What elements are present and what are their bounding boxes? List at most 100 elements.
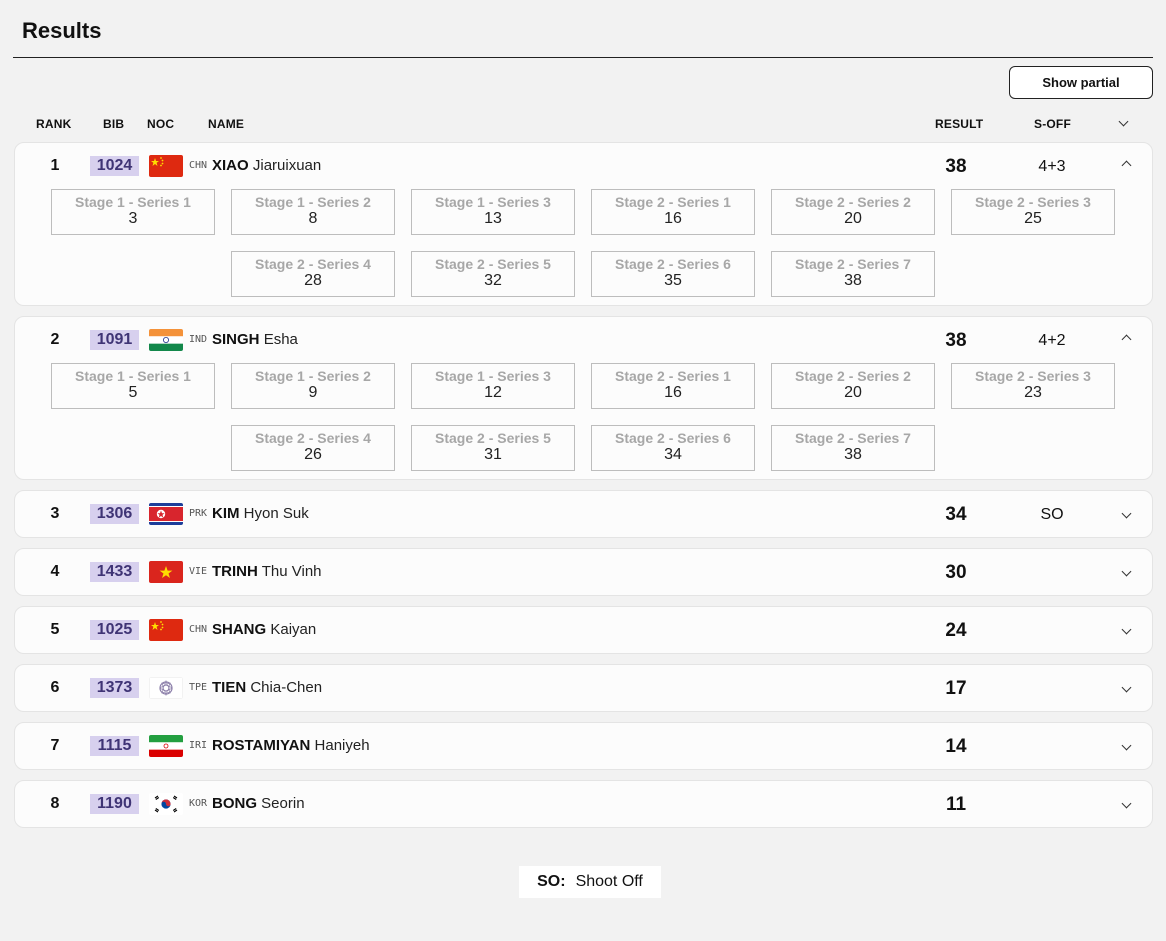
athlete-first-name: Kaiyan [270, 621, 317, 638]
athlete-last-name: ROSTAMIYAN [212, 737, 311, 754]
name-header: NAME [208, 117, 245, 131]
result-value: 38 [945, 156, 967, 177]
result-header: RESULT [935, 117, 984, 131]
athlete-row[interactable]: 5 1025 CHN SHANG Kaiyan 24 [14, 606, 1153, 654]
bib-badge: 1306 [90, 504, 139, 524]
chevron-down-icon[interactable] [1118, 795, 1134, 811]
legend-text: Shoot Off [575, 873, 643, 890]
athlete-name: SINGH Esha [212, 331, 298, 348]
noc-code: CHN [189, 624, 208, 635]
noc-code: TPE [189, 682, 208, 693]
series-score-box: Stage 2 - Series 5 32 [411, 251, 575, 297]
series-label: Stage 2 - Series 2 [795, 194, 911, 210]
series-value: 35 [664, 272, 682, 289]
result-value: 17 [945, 678, 967, 699]
series-value: 20 [844, 210, 862, 227]
page-title: Results [22, 18, 102, 43]
athlete-row[interactable]: 8 1190 KOR BONG Seorin 11 [14, 780, 1153, 828]
series-label: Stage 2 - Series 5 [435, 256, 551, 272]
athlete-last-name: BONG [212, 795, 257, 812]
athlete-first-name: Haniyeh [314, 737, 370, 754]
result-value: 24 [945, 620, 967, 641]
series-value: 13 [484, 210, 502, 227]
chevron-down-icon[interactable] [1118, 621, 1134, 637]
series-label: Stage 2 - Series 4 [255, 256, 371, 272]
athlete-first-name: Jiaruixuan [252, 157, 322, 174]
flag-icon [149, 677, 183, 699]
series-value: 26 [304, 446, 322, 463]
series-score-box: Stage 2 - Series 4 28 [231, 251, 395, 297]
series-label: Stage 2 - Series 3 [975, 194, 1091, 210]
rank-value: 1 [50, 157, 60, 174]
series-score-box: Stage 1 - Series 28 [231, 189, 395, 235]
athlete-name: SHANG Kaiyan [212, 621, 316, 638]
series-score-box: Stage 2 - Series 3 23 [951, 363, 1115, 409]
athlete-row[interactable]: 7 1115 IRI ROSTAMIYAN Haniyeh 14 [14, 722, 1153, 770]
bib-badge: 1025 [90, 620, 139, 640]
series-label: Stage 2 - Series 3 [975, 368, 1091, 384]
athlete-last-name: KIM [212, 505, 240, 522]
series-score-box: Stage 2 - Series 4 26 [231, 425, 395, 471]
series-label: Stage 1 - Series 3 [435, 368, 551, 384]
series-score-box: Stage 2 - Series 2 20 [771, 363, 935, 409]
series-value: 31 [484, 446, 502, 463]
series-score-box: Stage 1 - Series 15 [51, 363, 215, 409]
series-score-box: Stage 1 - Series 3 12 [411, 363, 575, 409]
athlete-last-name: SHANG [212, 621, 267, 638]
series-value: 34 [664, 446, 682, 463]
athlete-row[interactable]: 6 1373 TPE TIEN Chia-Chen 17 [14, 664, 1153, 712]
chevron-down-icon[interactable] [1118, 563, 1134, 579]
series-value: 16 [664, 210, 682, 227]
series-label: Stage 1 - Series 1 [75, 368, 191, 384]
rank-value: 8 [50, 795, 60, 812]
legend: SO: Shoot Off [519, 866, 661, 898]
athlete-row[interactable]: 1 1024 CHN XIAO Jiaruixuan 38 4+3 Stage … [14, 142, 1153, 306]
chevron-up-icon[interactable] [1118, 157, 1134, 173]
flag-icon [149, 619, 183, 641]
series-label: Stage 2 - Series 7 [795, 430, 911, 446]
series-value: 23 [1024, 384, 1042, 401]
flag-icon [149, 503, 183, 525]
results-list: 1 1024 CHN XIAO Jiaruixuan 38 4+3 Stage … [14, 142, 1153, 838]
result-value: 30 [945, 562, 967, 583]
bib-header: BIB [103, 117, 125, 131]
chevron-down-icon[interactable] [1118, 737, 1134, 753]
series-label: Stage 1 - Series 1 [75, 194, 191, 210]
flag-icon [149, 735, 183, 757]
athlete-last-name: TRINH [212, 563, 258, 580]
athlete-row[interactable]: 3 1306 PRK KIM Hyon Suk 34 SO [14, 490, 1153, 538]
chevron-down-icon[interactable] [1118, 505, 1134, 521]
noc-header: NOC [147, 117, 175, 131]
athlete-name: KIM Hyon Suk [212, 505, 309, 522]
rank-value: 2 [50, 331, 60, 348]
rank-value: 7 [50, 737, 60, 754]
flag-icon [149, 329, 183, 351]
chevron-up-icon[interactable] [1118, 331, 1134, 347]
athlete-first-name: Seorin [261, 795, 305, 812]
bib-badge: 1115 [90, 736, 139, 756]
noc-code: IND [189, 334, 208, 345]
series-label: Stage 1 - Series 2 [255, 368, 371, 384]
athlete-name: TRINH Thu Vinh [212, 563, 322, 580]
noc-code: VIE [189, 566, 208, 577]
athlete-name: ROSTAMIYAN Haniyeh [212, 737, 370, 754]
show-partial-button[interactable]: Show partial [1009, 66, 1153, 99]
series-label: Stage 2 - Series 4 [255, 430, 371, 446]
athlete-name: XIAO Jiaruixuan [212, 157, 321, 174]
athlete-row[interactable]: 2 1091 IND SINGH Esha 38 4+2 Stage 1 - S… [14, 316, 1153, 480]
soff-value: 4+2 [1038, 332, 1066, 349]
series-value: 28 [304, 272, 322, 289]
noc-code: PRK [189, 508, 208, 519]
result-value: 14 [945, 736, 967, 757]
athlete-name: BONG Seorin [212, 795, 305, 812]
athlete-first-name: Hyon Suk [243, 505, 309, 522]
athlete-name: TIEN Chia-Chen [212, 679, 322, 696]
series-score-box: Stage 2 - Series 7 38 [771, 425, 935, 471]
series-value: 20 [844, 384, 862, 401]
soff-value: SO [1040, 506, 1064, 523]
soff-header: S-OFF [1034, 117, 1071, 131]
series-score-box: Stage 2 - Series 5 31 [411, 425, 575, 471]
athlete-row[interactable]: 4 1433 VIE TRINH Thu Vinh 30 [14, 548, 1153, 596]
chevron-down-icon[interactable] [1118, 679, 1134, 695]
series-score-box: Stage 1 - Series 3 13 [411, 189, 575, 235]
